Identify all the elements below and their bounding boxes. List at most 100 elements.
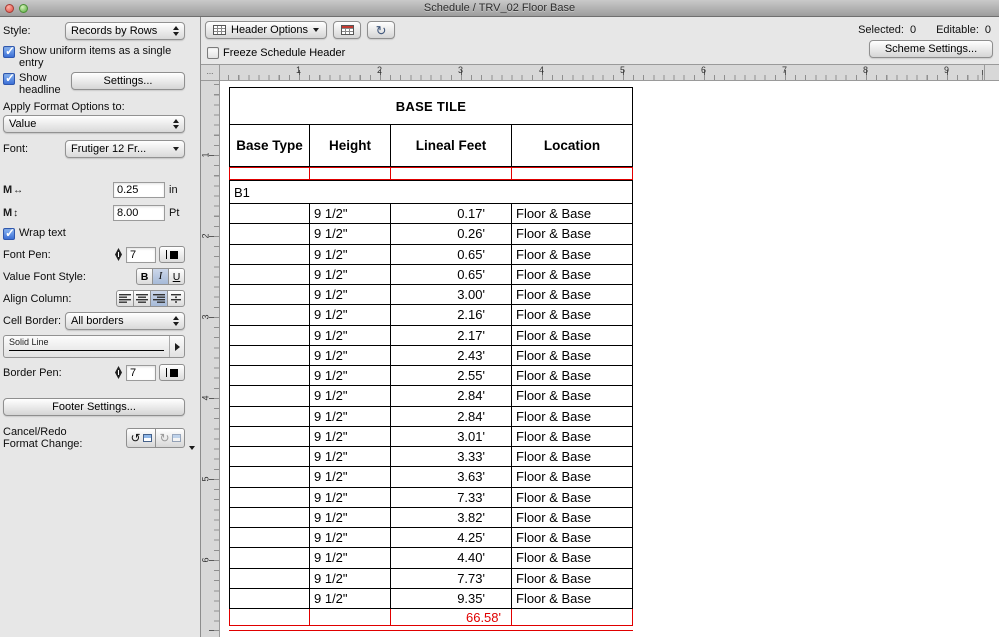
cell-location[interactable]: Floor & Base	[512, 204, 633, 225]
total-cell[interactable]	[512, 609, 633, 626]
cell-border-dropdown[interactable]: All borders	[65, 312, 185, 330]
cell-location[interactable]: Floor & Base	[512, 264, 633, 285]
schedule-title-cell[interactable]: BASE TILE	[229, 87, 633, 125]
cell-base-type[interactable]	[230, 568, 310, 589]
cell-lineal-feet[interactable]: 0.26'	[391, 224, 512, 245]
cell-height[interactable]: 9 1/2"	[310, 386, 391, 407]
cell-base-type[interactable]	[230, 588, 310, 609]
undo-format-button[interactable]: ↺	[126, 428, 156, 448]
font-pen-input[interactable]	[126, 246, 156, 263]
table-row[interactable]: 9 1/2" 3.00' Floor & Base	[229, 285, 633, 306]
group-row[interactable]: B1	[229, 180, 633, 204]
table-row[interactable]: 9 1/2" 0.65' Floor & Base	[229, 264, 633, 285]
cell-height[interactable]: 9 1/2"	[310, 406, 391, 427]
bold-button[interactable]: B	[136, 268, 153, 285]
table-row[interactable]: 9 1/2" 0.26' Floor & Base	[229, 224, 633, 245]
table-row[interactable]: 9 1/2" 4.40' Floor & Base	[229, 548, 633, 569]
cell-base-type[interactable]	[230, 366, 310, 387]
table-row[interactable]: 9 1/2" 2.17' Floor & Base	[229, 325, 633, 346]
cell-height[interactable]: 9 1/2"	[310, 285, 391, 306]
cell-height[interactable]: 9 1/2"	[310, 528, 391, 549]
cell-location[interactable]: Floor & Base	[512, 224, 633, 245]
close-button[interactable]	[5, 3, 14, 13]
table-row[interactable]: 9 1/2" 2.43' Floor & Base	[229, 345, 633, 366]
headline-settings-button[interactable]: Settings...	[71, 72, 185, 90]
cell-location[interactable]: Floor & Base	[512, 487, 633, 508]
cell-location[interactable]: Floor & Base	[512, 305, 633, 326]
cell-base-type[interactable]	[230, 447, 310, 468]
cell-lineal-feet[interactable]: 2.43'	[391, 345, 512, 366]
cell-height[interactable]: 9 1/2"	[310, 204, 391, 225]
footer-settings-button[interactable]: Footer Settings...	[3, 398, 185, 416]
table-row[interactable]: 9 1/2" 3.63' Floor & Base	[229, 467, 633, 488]
cell-lineal-feet[interactable]: 2.84'	[391, 386, 512, 407]
font-pen-color-button[interactable]	[159, 246, 185, 263]
cell-lineal-feet[interactable]: 3.00'	[391, 285, 512, 306]
table-row[interactable]: 9 1/2" 4.25' Floor & Base	[229, 528, 633, 549]
ruler-corner[interactable]: ...	[201, 64, 220, 81]
table-row[interactable]: 9 1/2" 0.17' Floor & Base	[229, 204, 633, 225]
border-pen-input[interactable]	[126, 364, 156, 381]
column-header[interactable]: Lineal Feet	[391, 125, 512, 167]
cell-height[interactable]: 9 1/2"	[310, 345, 391, 366]
cell-lineal-feet[interactable]: 2.17'	[391, 325, 512, 346]
table-row[interactable]: 9 1/2" 7.33' Floor & Base	[229, 487, 633, 508]
cell-height[interactable]: 9 1/2"	[310, 224, 391, 245]
sidebar-scroll-down-button[interactable]	[185, 441, 198, 454]
cell-location[interactable]: Floor & Base	[512, 366, 633, 387]
table-row[interactable]: 9 1/2" 2.84' Floor & Base	[229, 386, 633, 407]
show-headline-checkbox[interactable]: Show headline	[3, 71, 65, 96]
cell-height[interactable]: 9 1/2"	[310, 507, 391, 528]
freeze-header-checkbox[interactable]: Freeze Schedule Header	[207, 46, 395, 59]
cell-height[interactable]: 9 1/2"	[310, 426, 391, 447]
database-header-cell[interactable]	[310, 168, 391, 179]
cell-location[interactable]: Floor & Base	[512, 528, 633, 549]
italic-button[interactable]: I	[152, 268, 169, 285]
text-size-input[interactable]	[113, 205, 165, 221]
table-row[interactable]: 9 1/2" 3.01' Floor & Base	[229, 426, 633, 447]
database-headers-button[interactable]	[333, 21, 362, 39]
cell-base-type[interactable]	[230, 386, 310, 407]
cell-base-type[interactable]	[230, 548, 310, 569]
cell-location[interactable]: Floor & Base	[512, 467, 633, 488]
align-decimal-button[interactable]	[167, 290, 185, 307]
cell-base-type[interactable]	[230, 507, 310, 528]
database-header-cell[interactable]	[230, 168, 310, 179]
table-row[interactable]: 9 1/2" 2.84' Floor & Base	[229, 406, 633, 427]
cell-location[interactable]: Floor & Base	[512, 426, 633, 447]
cell-lineal-feet[interactable]: 3.01'	[391, 426, 512, 447]
align-center-button[interactable]	[133, 290, 151, 307]
column-width-input[interactable]	[113, 182, 165, 198]
cell-height[interactable]: 9 1/2"	[310, 588, 391, 609]
cell-location[interactable]: Floor & Base	[512, 244, 633, 265]
recalculate-button[interactable]: ↻	[367, 21, 396, 39]
wrap-text-checkbox[interactable]: Wrap text	[3, 226, 185, 240]
table-row[interactable]: 9 1/2" 9.35' Floor & Base	[229, 588, 633, 609]
underline-button[interactable]: U	[168, 268, 185, 285]
cell-base-type[interactable]	[230, 528, 310, 549]
total-value-cell[interactable]: 66.58'	[391, 609, 512, 626]
cell-lineal-feet[interactable]: 2.55'	[391, 366, 512, 387]
cell-lineal-feet[interactable]: 0.65'	[391, 244, 512, 265]
table-row[interactable]: 9 1/2" 2.55' Floor & Base	[229, 366, 633, 387]
cell-height[interactable]: 9 1/2"	[310, 244, 391, 265]
cell-location[interactable]: Floor & Base	[512, 345, 633, 366]
table-row[interactable]: 9 1/2" 2.16' Floor & Base	[229, 305, 633, 326]
cell-location[interactable]: Floor & Base	[512, 568, 633, 589]
cell-height[interactable]: 9 1/2"	[310, 467, 391, 488]
cell-lineal-feet[interactable]: 3.33'	[391, 447, 512, 468]
cell-location[interactable]: Floor & Base	[512, 325, 633, 346]
cell-lineal-feet[interactable]: 0.17'	[391, 204, 512, 225]
cell-height[interactable]: 9 1/2"	[310, 264, 391, 285]
total-cell[interactable]	[230, 609, 310, 626]
cell-lineal-feet[interactable]: 7.73'	[391, 568, 512, 589]
redo-format-button[interactable]: ↻	[155, 428, 185, 448]
font-dropdown[interactable]: Frutiger 12 Fr...	[65, 140, 185, 158]
cell-lineal-feet[interactable]: 0.65'	[391, 264, 512, 285]
database-header-row[interactable]	[229, 167, 633, 180]
cell-height[interactable]: 9 1/2"	[310, 366, 391, 387]
line-style-dropdown[interactable]: Solid Line	[3, 335, 185, 358]
cell-lineal-feet[interactable]: 4.25'	[391, 528, 512, 549]
worksheet-canvas[interactable]: BASE TILE Base Type Height Lineal Feet L…	[220, 81, 999, 637]
zoom-button[interactable]	[19, 3, 28, 13]
